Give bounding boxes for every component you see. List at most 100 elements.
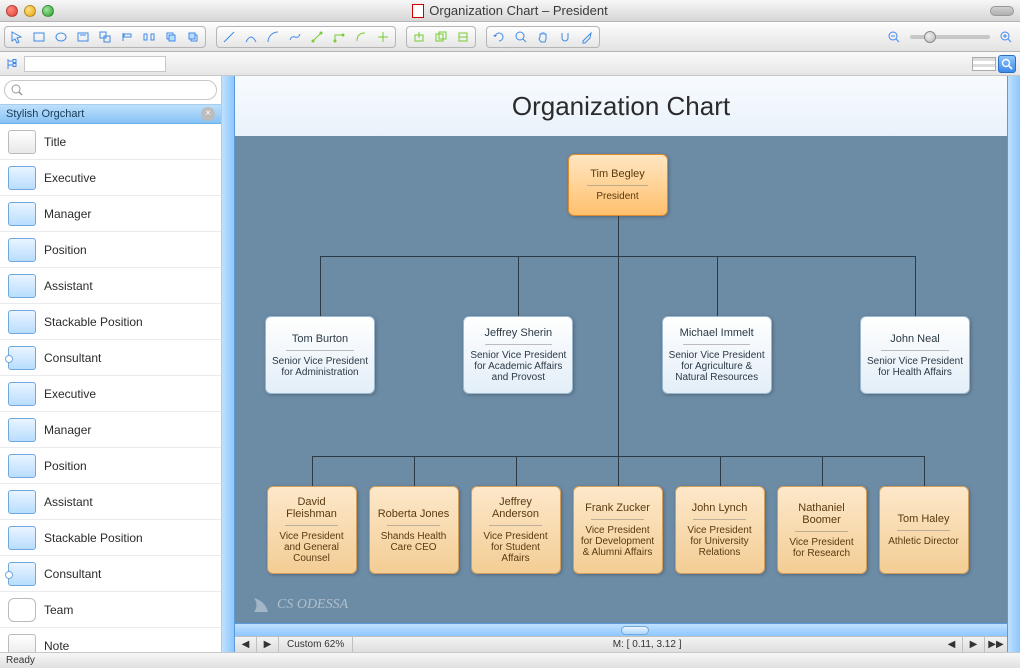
org-node-name: Michael Immelt bbox=[680, 327, 754, 339]
shape-icon bbox=[8, 238, 36, 262]
page-next-button[interactable]: ▶ bbox=[257, 637, 279, 652]
org-node-name: Roberta Jones bbox=[378, 508, 450, 520]
group-tool[interactable] bbox=[95, 28, 115, 46]
sidebar-item-label: Stackable Position bbox=[44, 531, 143, 545]
org-node[interactable]: Roberta Jones Shands Health Care CEO bbox=[369, 486, 459, 574]
org-node[interactable]: John NealSenior Vice President for Healt… bbox=[860, 316, 970, 394]
curve-tool[interactable] bbox=[241, 28, 261, 46]
vertical-ruler-left[interactable] bbox=[222, 76, 235, 652]
align-tool[interactable] bbox=[117, 28, 137, 46]
sidebar-item-position[interactable]: Position bbox=[0, 232, 221, 268]
close-panel-icon[interactable]: × bbox=[201, 107, 215, 121]
smart-connector-tool[interactable] bbox=[373, 28, 393, 46]
org-node[interactable]: Nathaniel BoomerVice President for Resea… bbox=[777, 486, 867, 574]
page-nav-right-button[interactable]: ▶ bbox=[963, 637, 985, 653]
layer-add-tool[interactable] bbox=[409, 28, 429, 46]
org-node-title: Shands Health Care CEO bbox=[376, 531, 452, 553]
sidebar-item-title[interactable]: Title bbox=[0, 124, 221, 160]
sidebar-item-stackable-position[interactable]: Stackable Position bbox=[0, 520, 221, 556]
toolbar-group-layers bbox=[406, 26, 476, 48]
library-filter-input[interactable] bbox=[24, 56, 166, 72]
connector-straight-tool[interactable] bbox=[307, 28, 327, 46]
org-node[interactable]: Michael Immelt Senior Vice President for … bbox=[662, 316, 772, 394]
send-back-tool[interactable] bbox=[183, 28, 203, 46]
vertical-ruler-right[interactable] bbox=[1007, 76, 1020, 652]
sidebar-item-assistant[interactable]: Assistant bbox=[0, 268, 221, 304]
zoom-out-button[interactable] bbox=[884, 28, 904, 46]
zoom-window-button[interactable] bbox=[42, 5, 54, 17]
layer-opts-tool[interactable] bbox=[453, 28, 473, 46]
org-node[interactable]: Tom HaleyAthletic Director bbox=[879, 486, 969, 574]
sidebar-item-manager[interactable]: Manager bbox=[0, 412, 221, 448]
org-node[interactable]: Tim BegleyPresident bbox=[568, 154, 668, 216]
org-node-name: Jeffrey Sherin bbox=[484, 327, 552, 339]
pointer-tool[interactable] bbox=[7, 28, 27, 46]
org-node-title: Senior Vice President for Agriculture & … bbox=[669, 350, 765, 383]
line-tool[interactable] bbox=[219, 28, 239, 46]
horizontal-scrollbar[interactable] bbox=[235, 623, 1007, 636]
org-node[interactable]: Jeffrey AndersonVice President for Stude… bbox=[471, 486, 561, 574]
eyedropper-tool[interactable] bbox=[577, 28, 597, 46]
org-node-title: Vice President for University Relations bbox=[682, 525, 758, 558]
shape-icon bbox=[8, 562, 36, 586]
org-node[interactable]: Jeffrey SherinSenior Vice President for … bbox=[463, 316, 573, 394]
connector-orth-tool[interactable] bbox=[329, 28, 349, 46]
close-window-button[interactable] bbox=[6, 5, 18, 17]
sidebar-item-consultant[interactable]: Consultant bbox=[0, 340, 221, 376]
rectangle-tool[interactable] bbox=[29, 28, 49, 46]
distribute-tool[interactable] bbox=[139, 28, 159, 46]
ellipse-tool[interactable] bbox=[51, 28, 71, 46]
drawing-canvas[interactable]: Organization Chart Tim BegleyPresidentTo… bbox=[235, 76, 1007, 623]
page-nav-left-button[interactable]: ◀ bbox=[941, 637, 963, 653]
zoom-slider bbox=[884, 28, 1016, 46]
grid-view-button[interactable] bbox=[972, 57, 996, 71]
layer-dup-tool[interactable] bbox=[431, 28, 451, 46]
sidebar-item-assistant[interactable]: Assistant bbox=[0, 484, 221, 520]
connector-curve-tool[interactable] bbox=[351, 28, 371, 46]
org-node-name: John Neal bbox=[890, 333, 940, 345]
shape-icon bbox=[8, 130, 36, 154]
sidebar-item-label: Assistant bbox=[44, 279, 93, 293]
connector-line bbox=[516, 456, 517, 486]
library-search-button[interactable] bbox=[998, 55, 1016, 73]
zoom-slider-knob[interactable] bbox=[924, 31, 936, 43]
org-node[interactable]: David FleishmanVice President and Genera… bbox=[267, 486, 357, 574]
org-node[interactable]: Tom BurtonSenior Vice President for Admi… bbox=[265, 316, 375, 394]
connector-line bbox=[312, 456, 313, 486]
zoom-level-display[interactable]: Custom 62% bbox=[279, 637, 353, 652]
zoom-in-button[interactable] bbox=[996, 28, 1016, 46]
sidebar-item-note[interactable]: Note bbox=[0, 628, 221, 652]
textframe-tool[interactable] bbox=[73, 28, 93, 46]
sidebar-item-consultant[interactable]: Consultant bbox=[0, 556, 221, 592]
spline-tool[interactable] bbox=[285, 28, 305, 46]
sidebar-item-executive[interactable]: Executive bbox=[0, 376, 221, 412]
zoom-tool[interactable] bbox=[511, 28, 531, 46]
hscroll-thumb[interactable] bbox=[621, 626, 649, 635]
connector-line bbox=[618, 456, 619, 486]
pan-tool[interactable] bbox=[533, 28, 553, 46]
connector-line bbox=[518, 256, 519, 316]
window-title: Organization Chart – President bbox=[0, 3, 1020, 18]
page-nav-end-button[interactable]: ▶▶ bbox=[985, 637, 1007, 653]
sidebar-panel-header[interactable]: Stylish Orgchart × bbox=[0, 104, 221, 124]
arc-tool[interactable] bbox=[263, 28, 283, 46]
bring-forward-tool[interactable] bbox=[161, 28, 181, 46]
org-node-name: John Lynch bbox=[692, 502, 748, 514]
zoom-slider-track[interactable] bbox=[910, 35, 990, 39]
snap-tool[interactable] bbox=[555, 28, 575, 46]
titlebar-pill-button[interactable] bbox=[990, 6, 1014, 16]
rotate-tool[interactable] bbox=[489, 28, 509, 46]
sidebar-search-input[interactable] bbox=[4, 80, 217, 100]
sidebar-item-manager[interactable]: Manager bbox=[0, 196, 221, 232]
minimize-window-button[interactable] bbox=[24, 5, 36, 17]
page-prev-button[interactable]: ◀ bbox=[235, 637, 257, 652]
connector-line bbox=[717, 256, 718, 316]
sidebar-item-stackable-position[interactable]: Stackable Position bbox=[0, 304, 221, 340]
tree-toggle-button[interactable] bbox=[4, 56, 20, 72]
sidebar-item-position[interactable]: Position bbox=[0, 448, 221, 484]
org-node[interactable]: Frank ZuckerVice President for Developme… bbox=[573, 486, 663, 574]
org-node[interactable]: John Lynch Vice President for University … bbox=[675, 486, 765, 574]
org-node-name: Nathaniel Boomer bbox=[784, 502, 860, 526]
sidebar-item-team[interactable]: Team bbox=[0, 592, 221, 628]
sidebar-item-executive[interactable]: Executive bbox=[0, 160, 221, 196]
